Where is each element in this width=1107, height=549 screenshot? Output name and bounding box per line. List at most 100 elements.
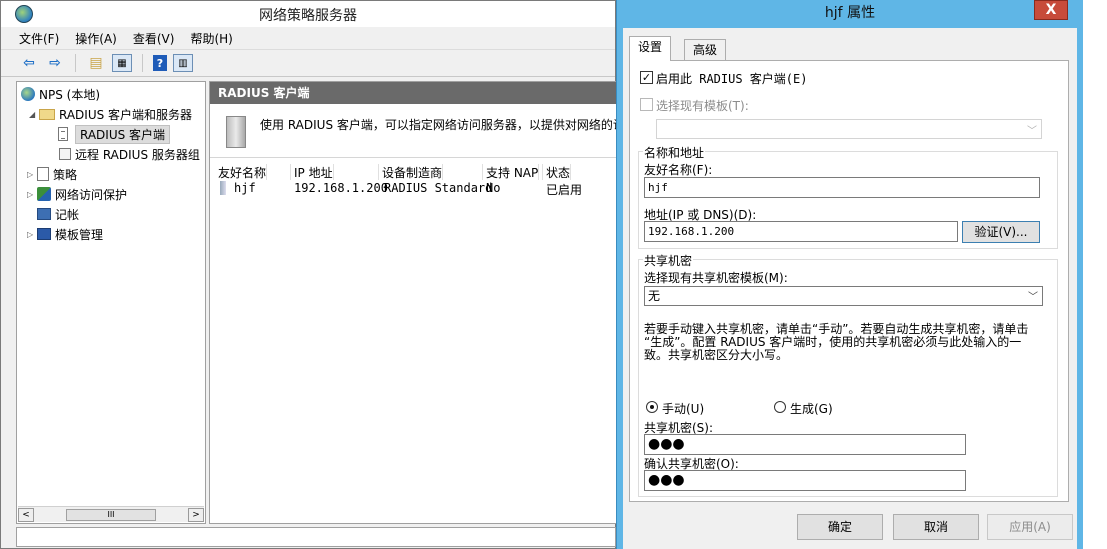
tab-settings[interactable]: 设置 [629,36,672,61]
details-pane: RADIUS 客户端 使用 RADIUS 客户端，可以指定网络访问服务器，以提供… [209,81,625,524]
tree-label: 网络访问保护 [55,187,128,202]
collapsed-arrow-icon[interactable]: ▷ [27,170,37,179]
main-title-bar: 网络策略服务器 [1,1,615,27]
cell-vendor: RADIUS Standard [384,181,493,195]
menu-help[interactable]: 帮助(H) [190,30,232,47]
manual-radio-label[interactable]: 手动(U) [662,400,704,417]
scroll-right-icon[interactable]: > [188,507,204,522]
client-row-icon [220,181,226,195]
templates-icon [37,228,51,240]
cell-nap: No [486,181,501,195]
confirm-secret-field[interactable]: ●●● [644,470,966,491]
apply-button[interactable]: 应用(A) [987,514,1073,540]
close-button[interactable]: X [1034,0,1068,20]
column-header-name[interactable]: 友好名称 [218,164,268,180]
tree-item-radius-group[interactable]: ◢ RADIUS 客户端和服务器 [29,104,192,124]
column-divider[interactable] [290,164,291,180]
generate-radio-label[interactable]: 生成(G) [790,400,833,417]
template-checkbox[interactable] [640,98,653,111]
tree-item-templates[interactable]: ▷ 模板管理 [27,224,103,244]
secret-template-value: 无 [648,289,661,303]
status-bar [16,527,616,547]
back-arrow-icon[interactable]: ⇦ [19,54,39,72]
cell-name: hjf [234,181,256,195]
collapsed-arrow-icon[interactable]: ▷ [27,190,37,199]
tree-label: 模板管理 [55,227,104,242]
column-header-vendor[interactable]: 设备制造商 [382,164,444,180]
settings-panel: ✓ 启用此 RADIUS 客户端(E) 选择现有模板(T): ﹀ 名称和地址 友… [629,60,1069,502]
column-divider[interactable] [378,164,379,180]
address-field[interactable]: 192.168.1.200 [644,221,958,242]
tree-item-policies[interactable]: ▷ 策略 [27,164,77,184]
shared-secret-field[interactable]: ●●● [644,434,966,455]
menu-file[interactable]: 文件(F) [19,30,59,47]
scroll-thumb[interactable]: III [66,508,156,521]
tree-item-accounting[interactable]: 记帐 [37,204,79,224]
tree-item-remote-groups[interactable]: 远程 RADIUS 服务器组 [59,144,200,164]
tree-label: RADIUS 客户端和服务器 [59,107,193,122]
tree-label: 远程 RADIUS 服务器组 [75,147,200,162]
nap-shield-icon [37,187,51,201]
policy-icon [37,167,49,181]
tree-horizontal-scrollbar[interactable]: < III > [18,506,204,522]
folder-icon [39,108,55,120]
verify-button[interactable]: 验证(V)... [962,221,1040,243]
help-icon[interactable]: ? [153,55,167,71]
accounting-icon [37,208,51,220]
column-divider[interactable] [542,164,543,180]
details-header: RADIUS 客户端 [210,82,616,104]
cell-status: 已启用 [546,183,583,197]
chevron-down-icon: ﹀ [1027,126,1037,137]
template-label[interactable]: 选择现有模板(T): [656,97,749,114]
expand-arrow-icon[interactable]: ◢ [29,110,39,119]
tree-label: 记帐 [55,207,80,222]
enable-client-label[interactable]: 启用此 RADIUS 客户端(E) [656,70,807,87]
dialog-body: 设置 高级 ✓ 启用此 RADIUS 客户端(E) 选择现有模板(T): ﹀ 名… [623,28,1077,549]
background-strip [1083,0,1107,549]
properties-icon[interactable]: ▥ [173,54,193,72]
tree-item-nap[interactable]: ▷ 网络访问保护 [27,184,127,204]
properties-dialog: hjf 属性 X 设置 高级 ✓ 启用此 RADIUS 客户端(E) 选择现有模… [616,0,1083,549]
show-hide-tree-icon[interactable]: ▦ [112,54,132,72]
tree-label: NPS (本地) [39,87,101,102]
shared-secret-explanation: 若要手动键入共享机密，请单击“手动”。若要自动生成共享机密，请单击 “生成”。配… [644,322,1029,362]
ok-button[interactable]: 确定 [797,514,883,540]
column-header-status[interactable]: 状态 [546,164,572,180]
tab-advanced[interactable]: 高级 [684,39,727,61]
template-dropdown[interactable]: ﹀ [656,119,1042,139]
menu-action[interactable]: 操作(A) [75,30,117,47]
description-text: 使用 RADIUS 客户端，可以指定网络访问服务器，以提供对网络的访 [260,118,625,132]
toolbar-separator [75,54,76,72]
cancel-button[interactable]: 取消 [893,514,979,540]
column-divider[interactable] [482,164,483,180]
tree-item-nps-local[interactable]: NPS (本地) [21,84,100,104]
collapsed-arrow-icon[interactable]: ▷ [27,230,37,239]
menu-view[interactable]: 查看(V) [133,30,175,47]
name-address-group-label: 名称和地址 [643,144,706,161]
scroll-left-icon[interactable]: < [18,507,34,522]
menu-bar: 文件(F) 操作(A) 查看(V) 帮助(H) [1,27,615,49]
generate-radio[interactable] [774,401,786,413]
navigation-tree: NPS (本地) ◢ RADIUS 客户端和服务器 RADIUS 客户端 远程 … [16,81,206,524]
nps-main-window: 网络策略服务器 文件(F) 操作(A) 查看(V) 帮助(H) ⇦ ⇨ ▤ ▦ … [0,0,625,549]
toolbar-separator [142,54,143,72]
friendly-name-field[interactable]: hjf [644,177,1040,198]
client-document-icon [58,127,68,141]
column-header-nap[interactable]: 支持 NAP [486,164,540,180]
tree-label-selected: RADIUS 客户端 [75,124,171,144]
secret-template-label: 选择现有共享机密模板(M): [644,271,788,285]
up-folder-icon[interactable]: ▤ [86,54,106,72]
manual-radio[interactable] [646,401,658,413]
friendly-name-label: 友好名称(F): [644,163,713,177]
tree-item-radius-clients[interactable]: RADIUS 客户端 [55,124,171,144]
main-window-title: 网络策略服务器 [259,8,357,24]
secret-template-dropdown[interactable]: 无 ﹀ [644,286,1043,306]
cell-ip: 192.168.1.200 [294,181,388,195]
globe-icon [21,87,35,101]
shared-secret-group-label: 共享机密 [643,252,694,269]
forward-arrow-icon[interactable]: ⇨ [45,54,65,72]
server-icon [226,116,246,148]
column-header-ip[interactable]: IP 地址 [294,164,334,180]
enable-client-checkbox[interactable]: ✓ [640,71,653,84]
remote-server-icon [59,148,71,160]
